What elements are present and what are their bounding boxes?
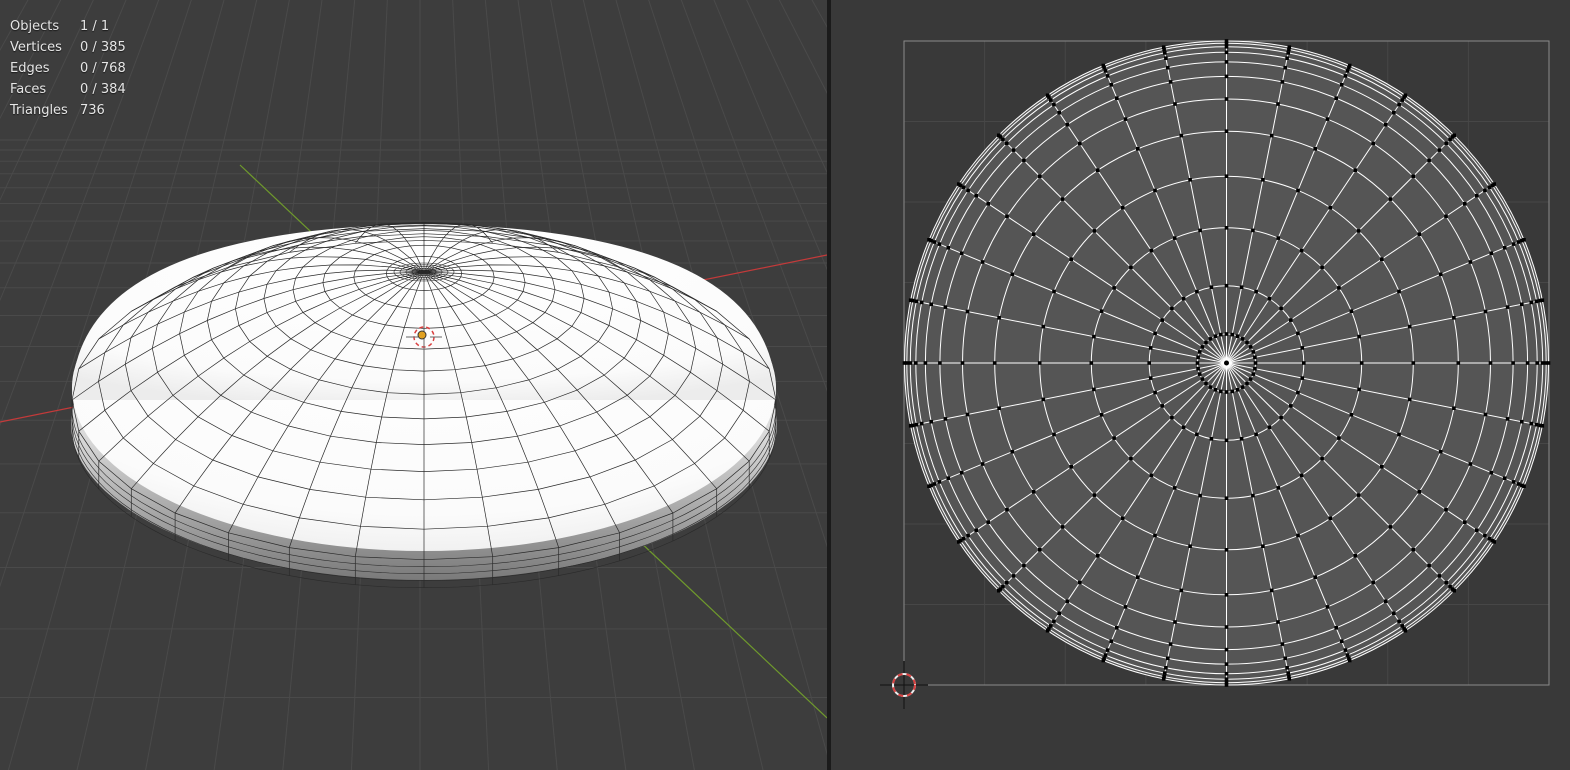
2d-cursor-icon[interactable]: [880, 661, 928, 709]
stat-value: 0 / 384: [80, 82, 126, 97]
stat-value: 1 / 1: [80, 19, 110, 34]
stat-edges: Edges 0 / 768: [10, 58, 126, 79]
uv-canvas: [880, 39, 1551, 709]
stat-objects: Objects 1 / 1: [10, 16, 126, 37]
stat-label: Objects: [10, 19, 60, 34]
stat-label: Edges: [10, 61, 50, 76]
stat-value: 736: [80, 103, 105, 118]
stat-label: Triangles: [10, 103, 68, 118]
object-origin-icon: [417, 330, 427, 340]
stat-value: 0 / 768: [80, 61, 126, 76]
stat-vertices: Vertices 0 / 385: [10, 37, 126, 58]
uv-editor[interactable]: [831, 0, 1570, 770]
statistics-overlay: Objects 1 / 1 Vertices 0 / 385 Edges 0 /…: [10, 16, 126, 121]
stat-triangles: Triangles 736: [10, 100, 126, 121]
blender-app: Objects 1 / 1 Vertices 0 / 385 Edges 0 /…: [0, 0, 1570, 770]
3d-viewport[interactable]: Objects 1 / 1 Vertices 0 / 385 Edges 0 /…: [0, 0, 827, 770]
stat-faces: Faces 0 / 384: [10, 79, 126, 100]
stat-label: Vertices: [10, 40, 62, 55]
stat-label: Faces: [10, 82, 47, 97]
stat-value: 0 / 385: [80, 40, 126, 55]
dome-mesh[interactable]: [71, 221, 777, 589]
